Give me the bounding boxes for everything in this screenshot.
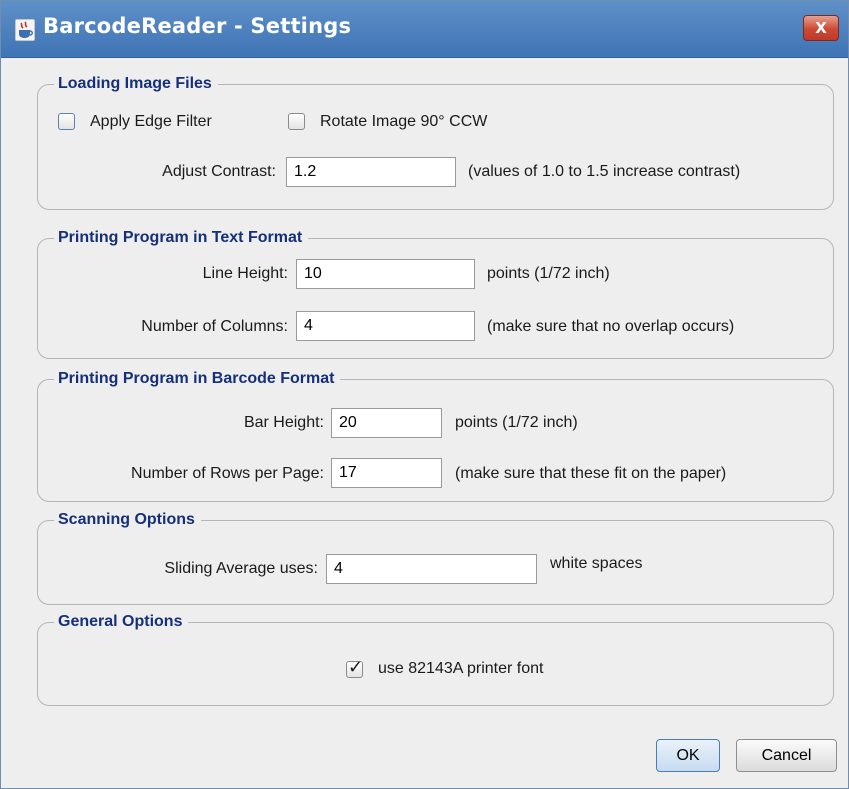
group-title-loading: Loading Image Files bbox=[54, 73, 218, 95]
ok-button[interactable]: OK bbox=[656, 739, 720, 772]
sliding-average-unit: white spaces bbox=[550, 555, 643, 572]
line-height-input[interactable]: 10 bbox=[296, 259, 475, 289]
rotate-image-label[interactable]: Rotate Image 90° CCW bbox=[320, 112, 487, 132]
title-bar[interactable]: BarcodeReader - Settings X bbox=[1, 1, 848, 58]
group-scanning-options: Scanning Options Sliding Average uses: 4… bbox=[37, 509, 834, 605]
columns-hint: (make sure that no overlap occurs) bbox=[487, 318, 735, 335]
adjust-contrast-hint: (values of 1.0 to 1.5 increase contrast) bbox=[468, 163, 741, 180]
group-loading-image-files: Loading Image Files Apply Edge Filter Ro… bbox=[37, 73, 834, 210]
group-barcode-format: Printing Program in Barcode Format Bar H… bbox=[37, 368, 834, 502]
checkmark-icon: ✓ bbox=[348, 657, 364, 678]
window-title: BarcodeReader - Settings bbox=[43, 14, 352, 38]
columns-input[interactable]: 4 bbox=[296, 311, 475, 341]
group-title-general: General Options bbox=[54, 611, 189, 633]
apply-edge-filter-label[interactable]: Apply Edge Filter bbox=[90, 112, 212, 132]
adjust-contrast-label: Adjust Contrast: bbox=[162, 163, 276, 180]
rotate-image-checkbox[interactable] bbox=[288, 113, 305, 130]
sliding-average-input[interactable]: 4 bbox=[326, 554, 537, 584]
sliding-average-label: Sliding Average uses: bbox=[164, 560, 318, 577]
group-title-scanning: Scanning Options bbox=[54, 509, 201, 531]
bar-height-unit: points (1/72 inch) bbox=[455, 414, 578, 431]
bar-height-input[interactable]: 20 bbox=[331, 408, 442, 438]
printer-font-label[interactable]: use 82143A printer font bbox=[378, 659, 543, 679]
adjust-contrast-input[interactable]: 1.2 bbox=[286, 157, 456, 187]
java-coffee-cup-icon bbox=[15, 19, 35, 41]
line-height-label: Line Height: bbox=[202, 265, 288, 282]
close-icon: X bbox=[815, 19, 827, 37]
rows-per-page-hint: (make sure that these fit on the paper) bbox=[455, 465, 727, 482]
group-general-options: General Options ✓ use 82143A printer fon… bbox=[37, 611, 834, 706]
rows-per-page-label: Number of Rows per Page: bbox=[131, 465, 324, 482]
group-text-format: Printing Program in Text Format Line Hei… bbox=[37, 227, 834, 359]
group-title-barcode-format: Printing Program in Barcode Format bbox=[54, 368, 341, 390]
line-height-unit: points (1/72 inch) bbox=[487, 265, 610, 282]
cancel-button[interactable]: Cancel bbox=[736, 739, 837, 772]
columns-label: Number of Columns: bbox=[141, 318, 288, 335]
group-title-text-format: Printing Program in Text Format bbox=[54, 227, 309, 249]
settings-dialog: BarcodeReader - Settings X Loading Image… bbox=[0, 0, 849, 789]
rows-per-page-input[interactable]: 17 bbox=[331, 458, 442, 488]
apply-edge-filter-checkbox[interactable] bbox=[58, 113, 75, 130]
close-button[interactable]: X bbox=[803, 15, 839, 41]
bar-height-label: Bar Height: bbox=[243, 414, 324, 431]
printer-font-checkbox[interactable]: ✓ bbox=[346, 657, 364, 678]
